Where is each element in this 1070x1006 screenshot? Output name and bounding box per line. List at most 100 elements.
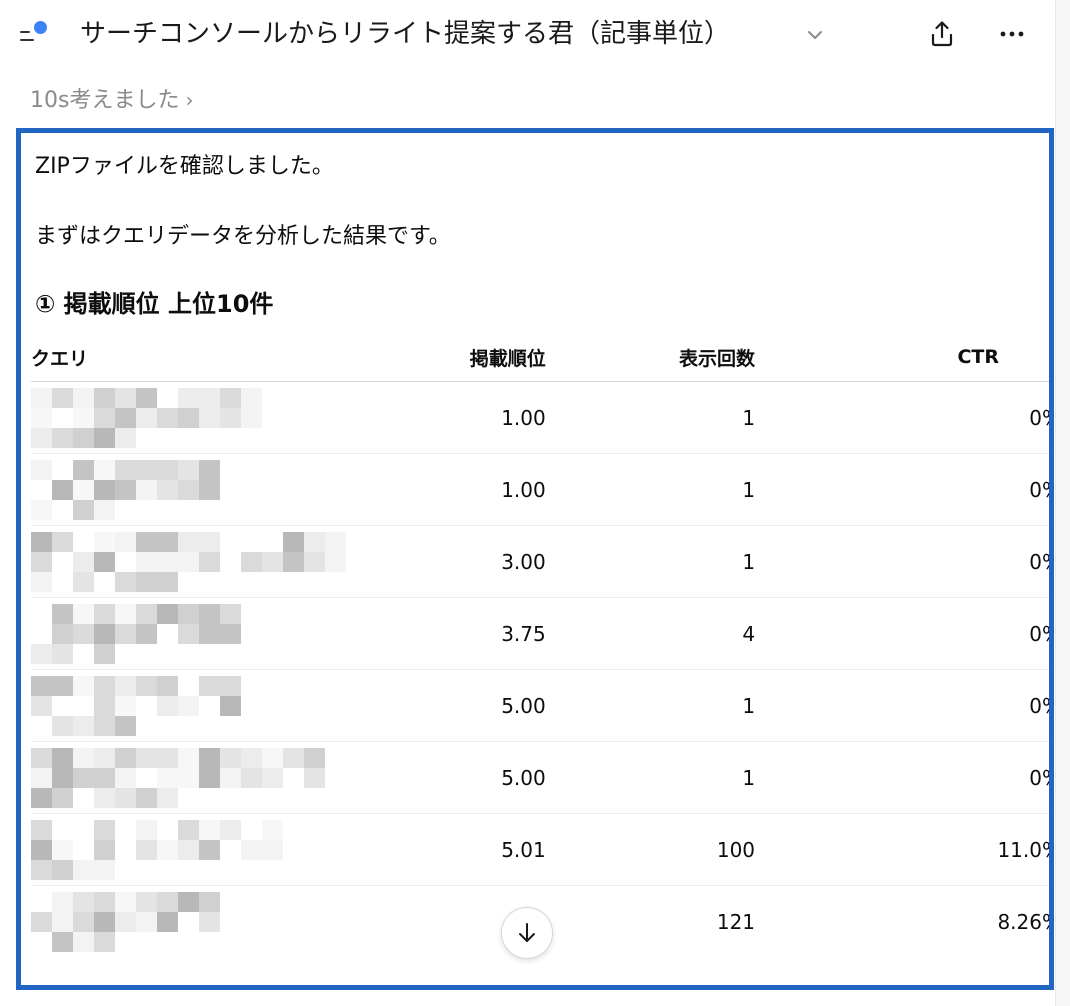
mosaic-block — [241, 767, 262, 788]
mosaic-block — [304, 747, 325, 768]
mosaic-block — [178, 747, 199, 768]
mosaic-block — [94, 819, 115, 840]
share-upload-icon — [931, 21, 953, 47]
mosaic-block — [157, 571, 178, 592]
mosaic-block — [94, 551, 115, 572]
query-cell-redacted — [31, 381, 361, 454]
mosaic-block — [157, 911, 178, 932]
redacted-pixelation — [31, 387, 361, 449]
mosaic-block — [199, 531, 220, 552]
mosaic-block — [199, 479, 220, 500]
chevron-down-icon[interactable] — [804, 24, 826, 46]
mosaic-block — [220, 623, 241, 644]
mosaic-block — [178, 531, 199, 552]
mosaic-block — [157, 839, 178, 860]
mosaic-block — [115, 695, 136, 716]
more-horizontal-icon — [1000, 31, 1024, 37]
mosaic-block — [178, 551, 199, 572]
mosaic-block — [262, 551, 283, 572]
redacted-pixelation — [31, 819, 361, 881]
mosaic-block — [73, 767, 94, 788]
mosaic-block — [136, 531, 157, 552]
section-heading: ① 掲載順位 上位10件 — [35, 290, 274, 318]
mosaic-block — [73, 623, 94, 644]
impressions-cell: 1 — [545, 669, 756, 742]
scrollbar-track[interactable] — [1055, 0, 1070, 1006]
mosaic-block — [283, 551, 304, 572]
table-row: 5.00 1 0% — [31, 669, 1049, 742]
mosaic-block — [94, 427, 115, 448]
mosaic-block — [178, 767, 199, 788]
mosaic-block — [94, 891, 115, 912]
mosaic-block — [31, 551, 52, 572]
mosaic-block — [52, 859, 73, 880]
mosaic-block — [178, 695, 199, 716]
ctr-cell: 8.26% — [997, 909, 1049, 934]
mosaic-block — [178, 603, 199, 624]
mosaic-block — [94, 675, 115, 696]
mosaic-block — [115, 911, 136, 932]
mosaic-block — [178, 459, 199, 480]
conversation-title[interactable]: サーチコンソールからリライト提案する君（記事単位） — [80, 14, 730, 54]
mosaic-block — [178, 407, 199, 428]
mosaic-block — [325, 531, 346, 552]
redacted-mosaic — [31, 819, 283, 880]
mosaic-block — [52, 531, 73, 552]
mosaic-block — [241, 387, 262, 408]
mosaic-block — [157, 531, 178, 552]
mosaic-block — [199, 819, 220, 840]
sidebar-menu-button[interactable] — [16, 18, 52, 50]
query-cell-redacted — [31, 741, 361, 814]
mosaic-block — [220, 819, 241, 840]
impressions-cell: 1 — [545, 525, 756, 598]
redacted-mosaic — [31, 747, 325, 808]
mosaic-block — [31, 675, 52, 696]
query-cell-redacted — [31, 669, 361, 742]
mosaic-block — [241, 839, 262, 860]
ctr-cell: 0% — [755, 741, 1049, 814]
more-options-button[interactable] — [994, 16, 1030, 52]
mosaic-block — [52, 479, 73, 500]
mosaic-block — [31, 695, 52, 716]
chevron-right-icon: › — [185, 88, 194, 112]
mosaic-block — [136, 407, 157, 428]
mosaic-block — [115, 387, 136, 408]
mosaic-block — [94, 931, 115, 952]
mosaic-block — [52, 427, 73, 448]
mosaic-block — [220, 675, 241, 696]
mosaic-block — [199, 459, 220, 480]
mosaic-block — [73, 387, 94, 408]
redacted-mosaic — [31, 387, 262, 448]
mosaic-block — [31, 819, 52, 840]
mosaic-block — [115, 427, 136, 448]
mosaic-block — [73, 499, 94, 520]
mosaic-block — [199, 387, 220, 408]
mosaic-block — [136, 459, 157, 480]
ctr-cell: 0% — [755, 525, 1049, 598]
mosaic-block — [31, 407, 52, 428]
query-cell-redacted — [31, 525, 361, 598]
mosaic-block — [115, 407, 136, 428]
mosaic-block — [73, 571, 94, 592]
mosaic-block — [283, 531, 304, 552]
mosaic-block — [52, 911, 73, 932]
mosaic-block — [157, 891, 178, 912]
mosaic-block — [157, 603, 178, 624]
mosaic-block — [157, 695, 178, 716]
table-row: 5.00 1 0% — [31, 741, 1049, 814]
thinking-toggle[interactable]: 10s考えました › — [30, 84, 193, 117]
share-button[interactable] — [924, 16, 960, 52]
mosaic-block — [94, 459, 115, 480]
mosaic-block — [136, 387, 157, 408]
redacted-pixelation — [31, 675, 361, 737]
mosaic-block — [157, 787, 178, 808]
table-row: 1.00 1 0% — [31, 453, 1049, 526]
redacted-pixelation — [31, 603, 361, 665]
mosaic-block — [115, 479, 136, 500]
mosaic-block — [31, 531, 52, 552]
scroll-to-bottom-button[interactable] — [501, 907, 553, 959]
mosaic-block — [199, 623, 220, 644]
mosaic-block — [115, 675, 136, 696]
redacted-pixelation — [31, 747, 361, 809]
mosaic-block — [157, 747, 178, 768]
